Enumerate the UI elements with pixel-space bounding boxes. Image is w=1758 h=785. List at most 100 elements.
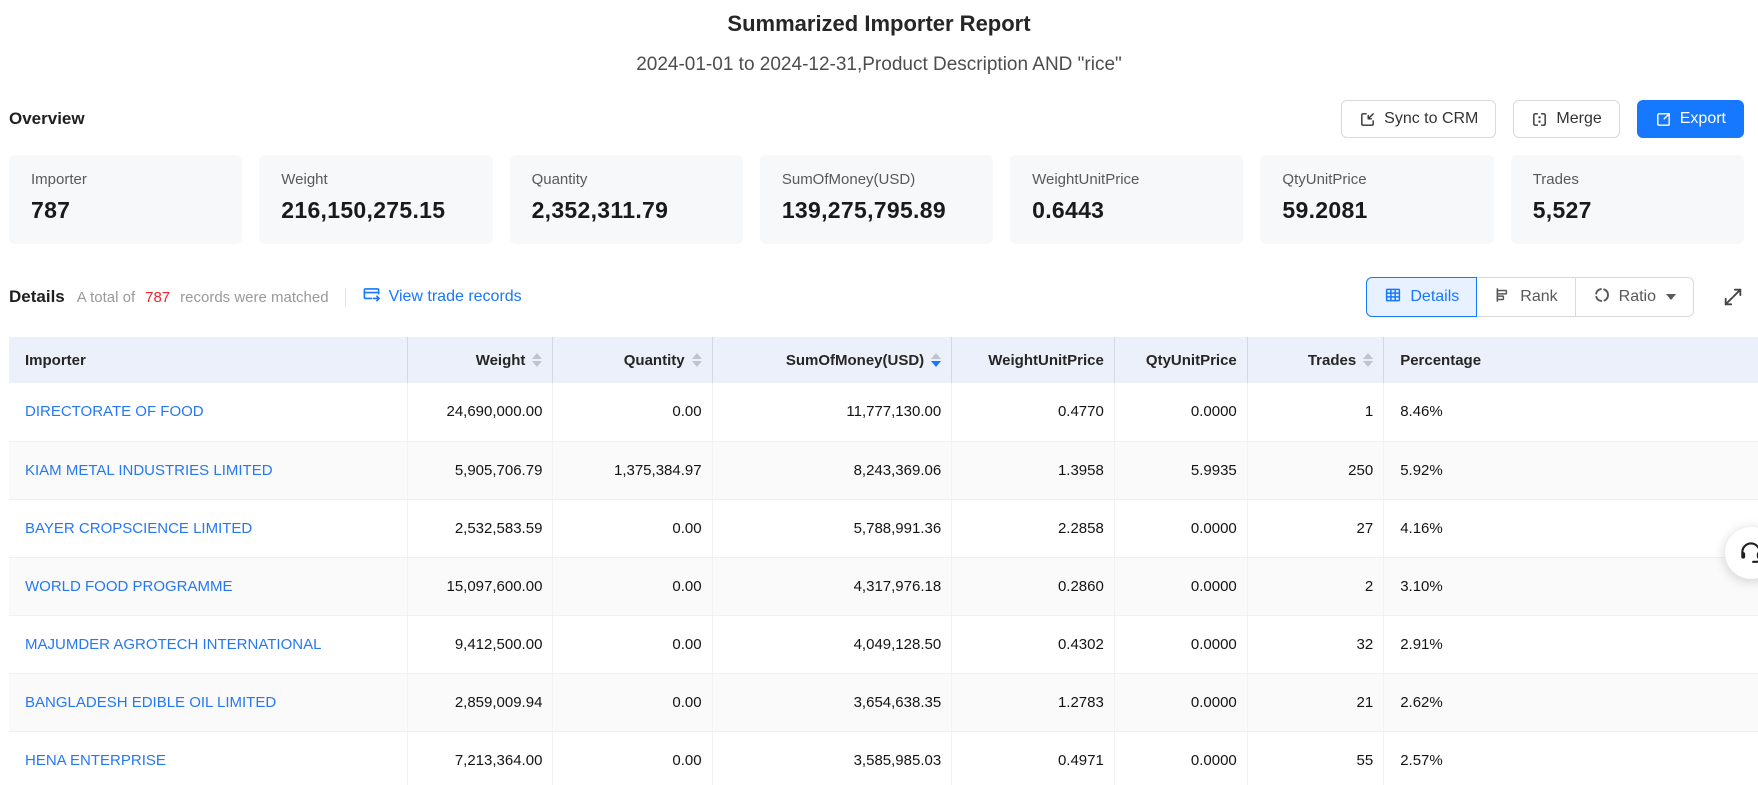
- sync-to-crm-button[interactable]: Sync to CRM: [1341, 100, 1496, 138]
- overview-toolbar: Overview Sync to CRM: [0, 100, 1758, 138]
- column-label: Importer: [25, 352, 86, 369]
- value-cell: 11,777,130.00: [712, 383, 952, 441]
- table-row: KIAM METAL INDUSTRIES LIMITED5,905,706.7…: [9, 441, 1758, 499]
- table-row: DIRECTORATE OF FOOD24,690,000.000.0011,7…: [9, 383, 1758, 441]
- view-trade-records-label: View trade records: [389, 288, 522, 306]
- card-label: Trades: [1533, 171, 1722, 188]
- column-header-trades[interactable]: Trades: [1247, 337, 1383, 383]
- donut-icon: [1593, 286, 1611, 309]
- page-title: Summarized Importer Report: [0, 11, 1758, 37]
- tab-ratio-label: Ratio: [1619, 288, 1656, 306]
- value-cell: 7,213,364.00: [408, 731, 553, 785]
- card-value: 787: [31, 197, 220, 224]
- value-cell: 0.0000: [1114, 615, 1247, 673]
- table-row: WORLD FOOD PROGRAMME15,097,600.000.004,3…: [9, 557, 1758, 615]
- card-value: 59.2081: [1282, 197, 1471, 224]
- sort-icon[interactable]: [1363, 353, 1373, 367]
- value-cell: 1,375,384.97: [553, 441, 712, 499]
- importer-cell: MAJUMDER AGROTECH INTERNATIONAL: [9, 615, 408, 673]
- column-header-weight[interactable]: Weight: [408, 337, 553, 383]
- card-label: SumOfMoney(USD): [782, 171, 971, 188]
- table-row: BANGLADESH EDIBLE OIL LIMITED2,859,009.9…: [9, 673, 1758, 731]
- value-cell: 4,049,128.50: [712, 615, 952, 673]
- value-cell: 1.3958: [952, 441, 1115, 499]
- column-header-weightunitprice: WeightUnitPrice: [952, 337, 1115, 383]
- fullscreen-expand-icon[interactable]: [1722, 286, 1744, 308]
- tab-rank[interactable]: Rank: [1476, 277, 1575, 317]
- value-cell: 0.0000: [1114, 557, 1247, 615]
- value-cell: 2.2858: [952, 499, 1115, 557]
- card-value: 139,275,795.89: [782, 197, 971, 224]
- sync-to-crm-icon: [1359, 111, 1376, 128]
- column-label: QtyUnitPrice: [1146, 352, 1237, 369]
- tab-ratio[interactable]: Ratio: [1575, 277, 1694, 317]
- importer-link[interactable]: DIRECTORATE OF FOOD: [25, 403, 204, 420]
- importer-link[interactable]: HENA ENTERPRISE: [25, 752, 166, 769]
- value-cell: 0.00: [553, 557, 712, 615]
- value-cell: 24,690,000.00: [408, 383, 553, 441]
- column-label: Percentage: [1400, 352, 1481, 369]
- export-icon: [1655, 111, 1672, 128]
- value-cell: 2.62%: [1384, 673, 1758, 731]
- column-label: SumOfMoney(USD): [786, 352, 924, 369]
- column-label: WeightUnitPrice: [988, 352, 1104, 369]
- importer-link[interactable]: WORLD FOOD PROGRAMME: [25, 578, 233, 595]
- importer-link[interactable]: BAYER CROPSCIENCE LIMITED: [25, 520, 252, 537]
- overview-card-weight: Weight 216,150,275.15: [259, 155, 492, 244]
- sort-icon-active-desc[interactable]: [931, 353, 941, 367]
- value-cell: 4.16%: [1384, 499, 1758, 557]
- value-cell: 0.0000: [1114, 731, 1247, 785]
- column-header-sumofmoney[interactable]: SumOfMoney(USD): [712, 337, 952, 383]
- card-label: WeightUnitPrice: [1032, 171, 1221, 188]
- headset-icon: [1738, 538, 1758, 569]
- value-cell: 3,654,638.35: [712, 673, 952, 731]
- overview-card-trades: Trades 5,527: [1511, 155, 1744, 244]
- report-query-subtitle: 2024-01-01 to 2024-12-31,Product Descrip…: [0, 54, 1758, 76]
- importers-table: Importer Weight Quantity SumOfMoney(USD)…: [9, 337, 1758, 785]
- merge-button[interactable]: Merge: [1513, 100, 1619, 138]
- value-cell: 0.00: [553, 615, 712, 673]
- value-cell: 0.4770: [952, 383, 1115, 441]
- chevron-down-icon: [1666, 294, 1676, 300]
- importer-cell: WORLD FOOD PROGRAMME: [9, 557, 408, 615]
- table-row: MAJUMDER AGROTECH INTERNATIONAL9,412,500…: [9, 615, 1758, 673]
- table-row: HENA ENTERPRISE7,213,364.000.003,585,985…: [9, 731, 1758, 785]
- records-matched-text: A total of 787 records were matched: [77, 289, 329, 306]
- value-cell: 2,532,583.59: [408, 499, 553, 557]
- overview-card-quantity: Quantity 2,352,311.79: [510, 155, 743, 244]
- view-trade-records-link[interactable]: View trade records: [362, 285, 522, 309]
- importer-link[interactable]: BANGLADESH EDIBLE OIL LIMITED: [25, 694, 276, 711]
- card-value: 0.6443: [1032, 197, 1221, 224]
- value-cell: 8.46%: [1384, 383, 1758, 441]
- value-cell: 0.00: [553, 731, 712, 785]
- overview-cards: Importer 787 Weight 216,150,275.15 Quant…: [9, 155, 1744, 244]
- export-button[interactable]: Export: [1637, 100, 1744, 138]
- vertical-divider: [345, 288, 346, 306]
- export-label: Export: [1680, 110, 1726, 128]
- value-cell: 0.4971: [952, 731, 1115, 785]
- card-label: Weight: [281, 171, 470, 188]
- importer-cell: KIAM METAL INDUSTRIES LIMITED: [9, 441, 408, 499]
- value-cell: 2: [1247, 557, 1383, 615]
- value-cell: 5.9935: [1114, 441, 1247, 499]
- importer-link[interactable]: MAJUMDER AGROTECH INTERNATIONAL: [25, 636, 321, 653]
- column-header-percentage: Percentage: [1384, 337, 1758, 383]
- importer-link[interactable]: KIAM METAL INDUSTRIES LIMITED: [25, 462, 273, 479]
- tab-details-label: Details: [1410, 288, 1459, 306]
- card-value: 216,150,275.15: [281, 197, 470, 224]
- sort-icon[interactable]: [692, 353, 702, 367]
- sort-icon[interactable]: [532, 353, 542, 367]
- details-section-title: Details: [9, 287, 65, 307]
- column-label: Weight: [476, 352, 526, 369]
- merge-icon: [1531, 111, 1548, 128]
- value-cell: 0.0000: [1114, 383, 1247, 441]
- card-label: QtyUnitPrice: [1282, 171, 1471, 188]
- table-row: BAYER CROPSCIENCE LIMITED2,532,583.590.0…: [9, 499, 1758, 557]
- tab-details[interactable]: Details: [1366, 277, 1477, 317]
- value-cell: 0.0000: [1114, 673, 1247, 731]
- column-label: Trades: [1308, 352, 1356, 369]
- value-cell: 1: [1247, 383, 1383, 441]
- sync-to-crm-label: Sync to CRM: [1384, 110, 1478, 128]
- column-header-quantity[interactable]: Quantity: [553, 337, 712, 383]
- bar-chart-icon: [1494, 286, 1512, 309]
